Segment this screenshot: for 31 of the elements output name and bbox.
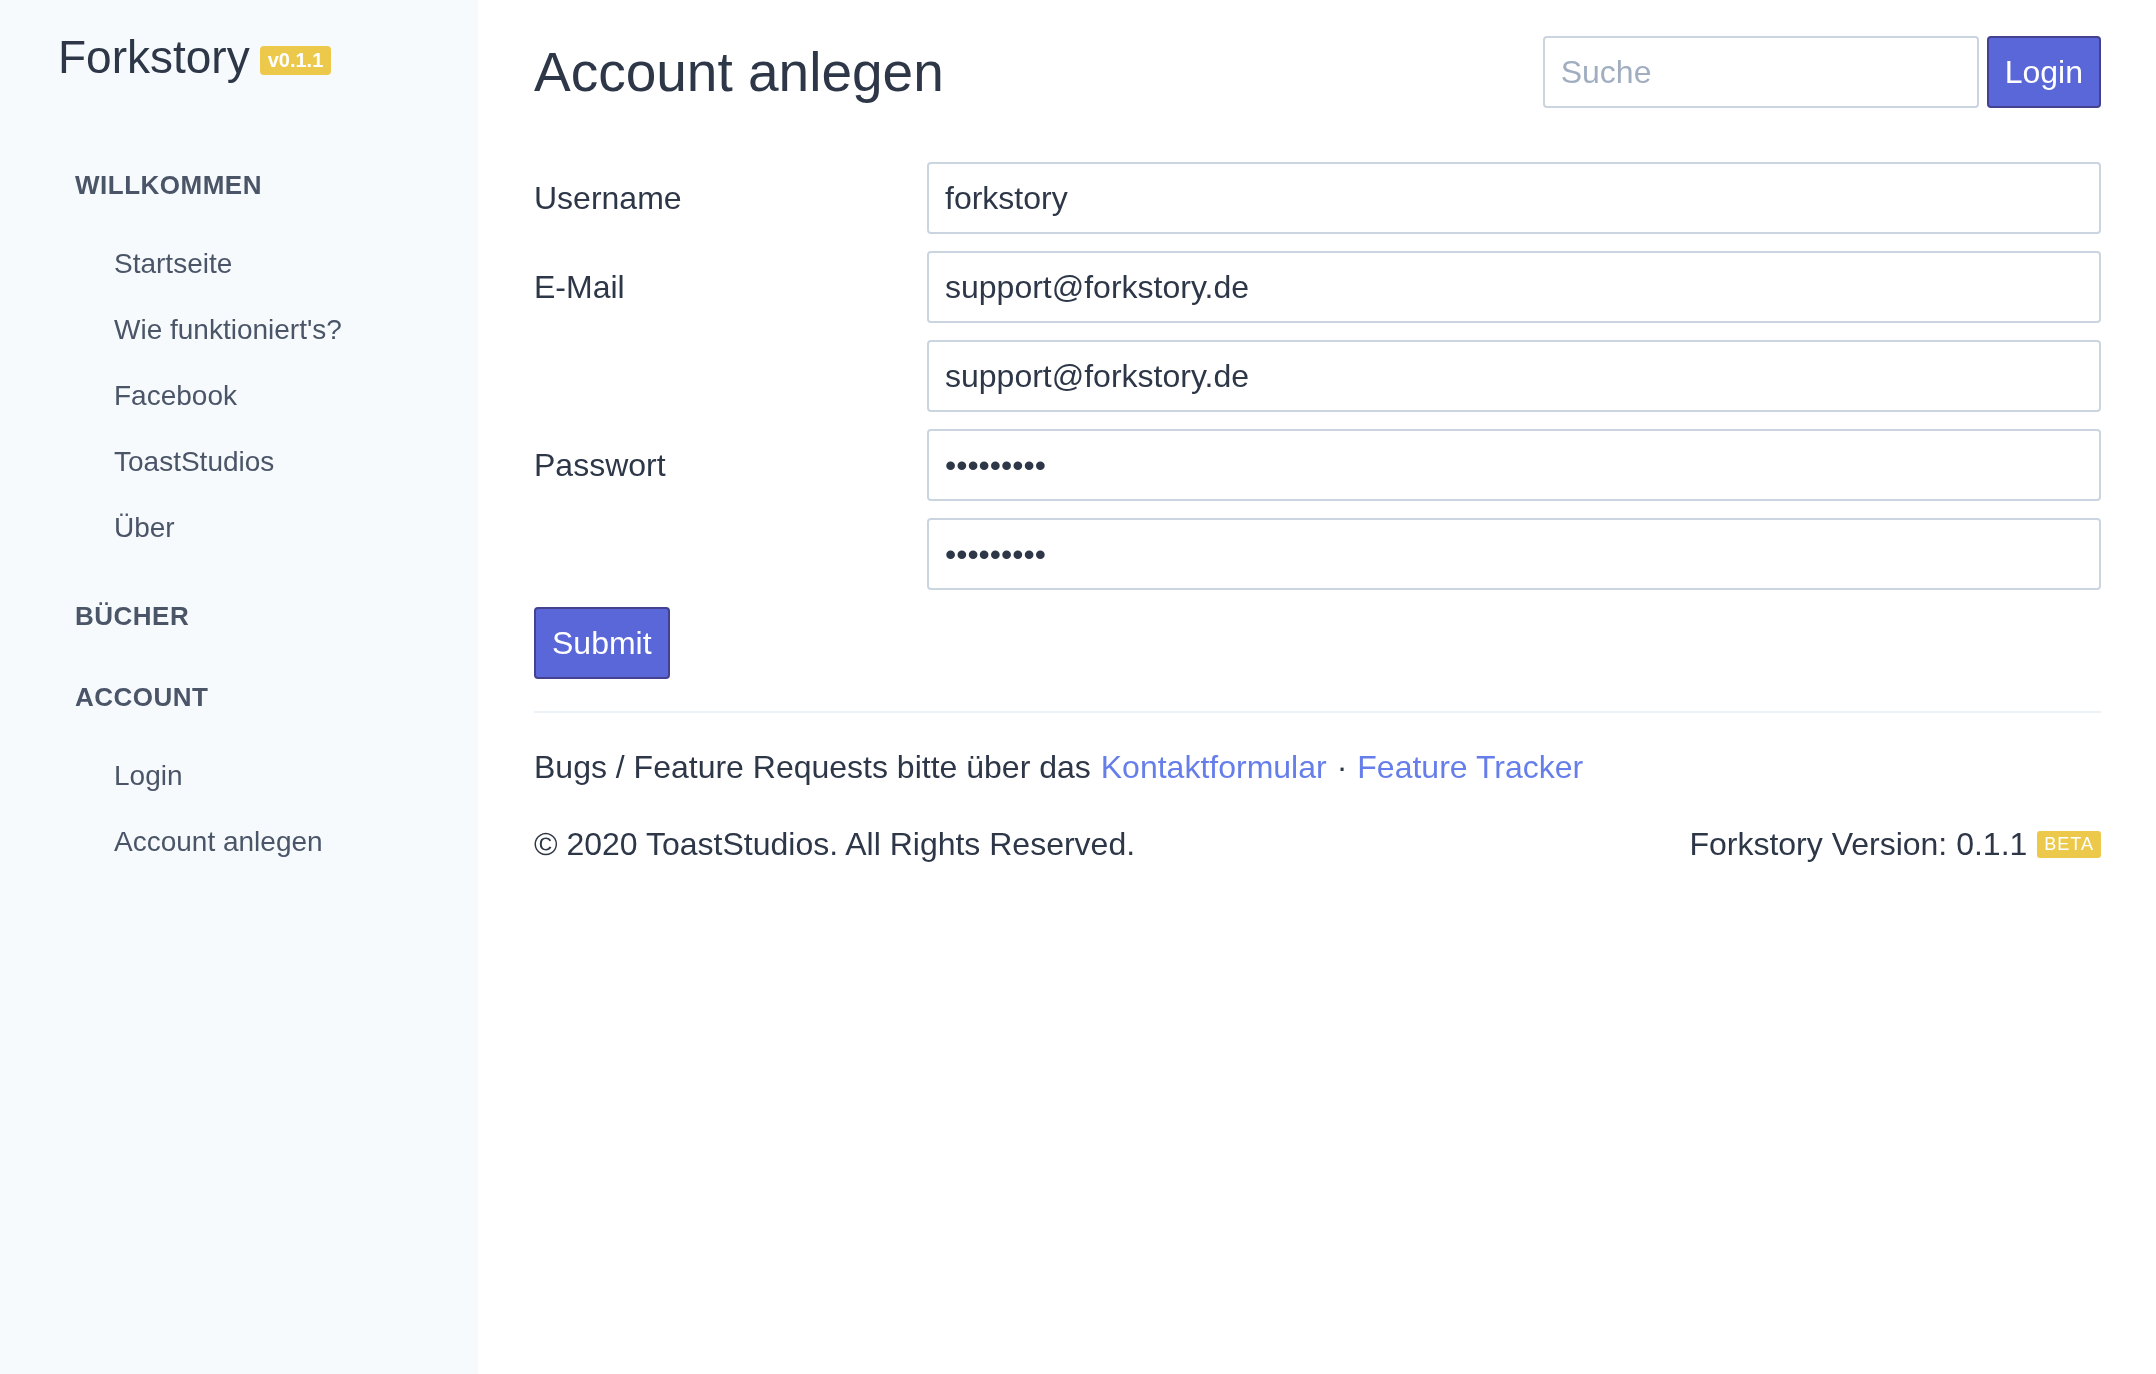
page-title: Account anlegen	[534, 40, 944, 104]
version-badge: v0.1.1	[259, 45, 332, 75]
footer-link[interactable]: Kontaktformular	[1100, 749, 1327, 786]
copyright-text: © 2020 ToastStudios. All Rights Reserved.	[534, 826, 1136, 863]
separator-dot: ·	[1336, 749, 1348, 786]
sidebar-link[interactable]: Startseite	[114, 241, 478, 307]
input-field[interactable]: •••••••••	[927, 518, 2101, 590]
footer-link[interactable]: Feature Tracker	[1357, 749, 1584, 786]
footer-note: Bugs / Feature Requests bitte über das	[534, 749, 1091, 786]
field-label: Passwort	[534, 446, 666, 483]
login-button[interactable]: Login	[1986, 36, 2101, 108]
input-field[interactable]: forkstory	[927, 162, 2101, 234]
section-heading: WILLKOMMEN	[75, 170, 263, 201]
sidebar-link[interactable]: Facebook	[114, 373, 478, 439]
field-label: E-Mail	[534, 268, 625, 305]
sidebar-link[interactable]: Account anlegen	[114, 819, 478, 885]
input-field[interactable]: •••••••••	[927, 429, 2101, 501]
beta-badge: BETA	[2037, 831, 2101, 858]
section-heading: BÜCHER	[75, 601, 191, 632]
sidebar-link[interactable]: Login	[114, 753, 478, 819]
brand-title[interactable]: Forkstory	[58, 30, 250, 84]
input-field[interactable]: support@forkstory.de	[927, 340, 2101, 412]
search-field[interactable]: Suche	[1542, 36, 1979, 108]
submit-button[interactable]: Submit	[534, 607, 670, 679]
section-heading: ACCOUNT	[75, 682, 210, 713]
sidebar-link[interactable]: ToastStudios	[114, 439, 478, 505]
sidebar-link[interactable]: Wie funktioniert's?	[114, 307, 478, 373]
field-label: Username	[534, 179, 682, 216]
sidebar-link[interactable]: Über	[114, 505, 478, 571]
version-text: Forkstory Version: 0.1.1	[1689, 826, 2028, 863]
input-field[interactable]: support@forkstory.de	[927, 251, 2101, 323]
